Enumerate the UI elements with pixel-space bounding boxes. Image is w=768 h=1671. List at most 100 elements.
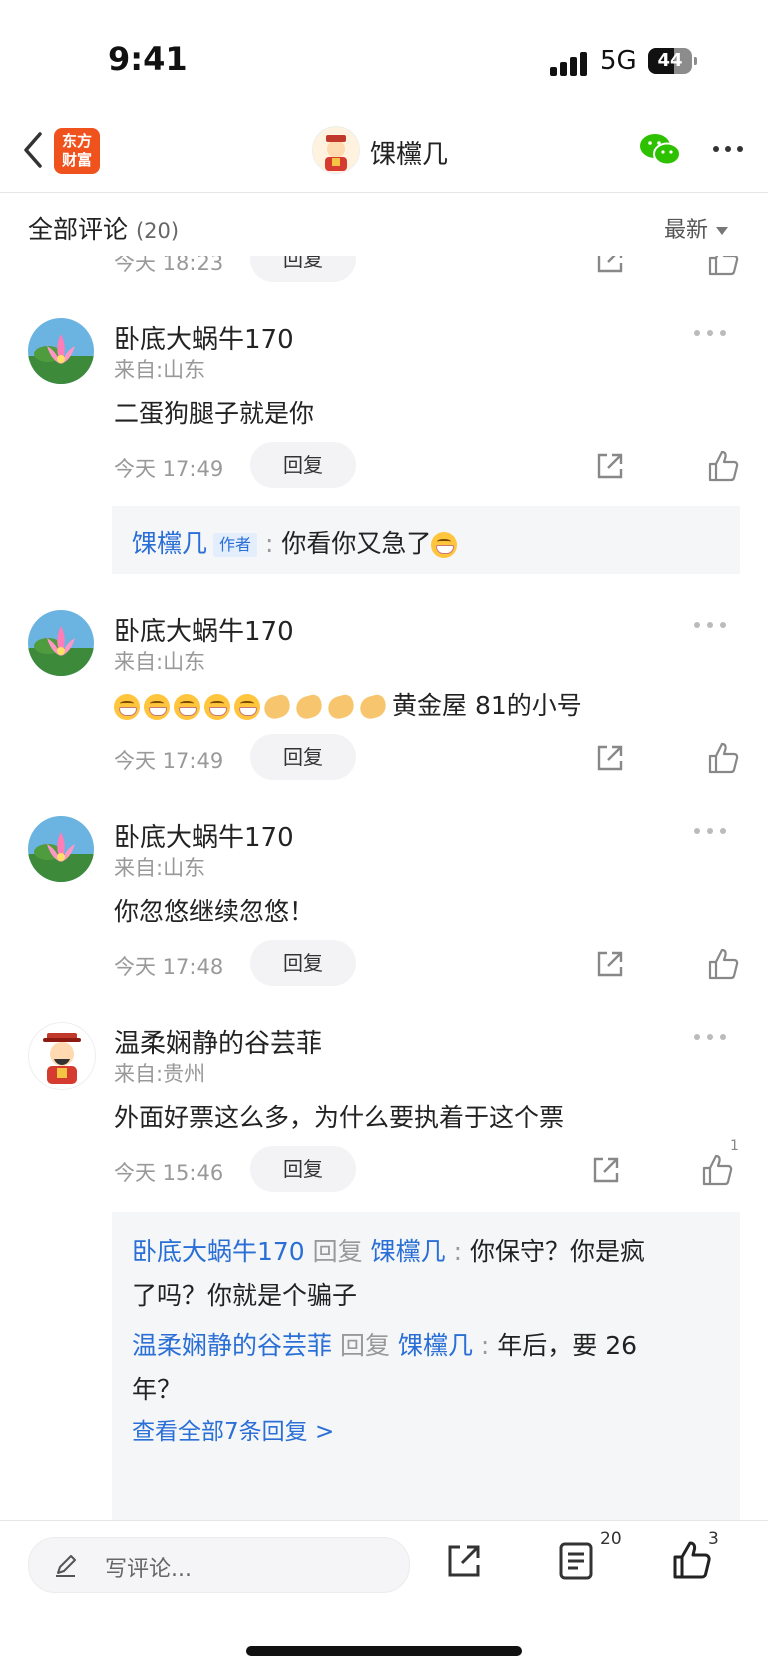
like-total: 3	[708, 1529, 719, 1549]
view-all-replies-link[interactable]: 查看全部7条回复 >	[132, 1412, 334, 1446]
username[interactable]: 卧底大蜗牛170	[114, 611, 294, 648]
thumbs-up-icon[interactable]	[700, 1153, 734, 1187]
comment-time: 今天 17:49	[114, 749, 224, 773]
thumbs-up-icon[interactable]	[706, 947, 740, 981]
user-location: 来自:山东	[114, 650, 206, 674]
comment-more-icon[interactable]	[694, 622, 728, 630]
nav-bar: 东方 财富 馃欓几	[0, 110, 768, 193]
grin-emoji-icon	[431, 532, 458, 558]
page-title: 馃欓几	[370, 140, 449, 170]
user-location: 来自:山东	[114, 856, 206, 880]
thumbs-up-icon[interactable]	[706, 256, 740, 277]
comment-input[interactable]: 写评论...	[28, 1537, 410, 1593]
battery-icon: 44	[648, 48, 697, 74]
reply-button[interactable]: 回复	[250, 940, 356, 986]
share-icon[interactable]	[590, 1154, 622, 1186]
reply-text-cont: 了吗？你就是个骗子	[132, 1281, 358, 1310]
lotus-avatar-icon	[28, 318, 94, 384]
comment-list[interactable]: 今天 18:23 回复 卧底大蜗牛170 来自:山东 二蛋狗腿子就是你 今天 1…	[0, 256, 768, 1520]
pencil-icon	[56, 1555, 76, 1577]
author-badge: 作者	[213, 533, 258, 557]
username[interactable]: 温柔娴静的谷芸菲	[114, 1023, 322, 1060]
back-arrow-icon[interactable]	[18, 130, 48, 170]
reply-text: 年后，要 26	[497, 1331, 638, 1360]
reply-verb: 回复	[312, 1237, 363, 1266]
wechat-share-icon[interactable]	[638, 130, 682, 170]
comment-text: 黄金屋 81的小号	[114, 686, 582, 722]
home-indicator	[246, 1646, 522, 1656]
user-avatar[interactable]	[28, 816, 94, 882]
share-icon[interactable]	[594, 450, 626, 482]
reply-from-user[interactable]: 卧底大蜗牛170	[132, 1237, 305, 1266]
user-location: 来自:山东	[114, 358, 206, 382]
share-icon[interactable]	[594, 742, 626, 774]
comment-more-icon[interactable]	[694, 330, 728, 338]
reply-button[interactable]: 回复	[250, 256, 356, 282]
caishen-avatar-icon	[43, 1033, 81, 1084]
user-avatar[interactable]	[28, 610, 94, 676]
user-location: 来自:贵州	[114, 1062, 206, 1086]
grin-emoji-icon	[114, 694, 140, 720]
reply-verb: 回复	[339, 1331, 390, 1360]
comment-count: (20)	[135, 219, 180, 243]
lotus-avatar-icon	[28, 816, 94, 882]
app-logo[interactable]: 东方 财富	[54, 128, 100, 174]
grin-emoji-icon	[204, 694, 230, 720]
reply-button[interactable]: 回复	[250, 1146, 356, 1192]
thumbs-up-icon[interactable]	[706, 449, 740, 483]
comment-list-icon[interactable]	[558, 1541, 594, 1581]
grin-emoji-icon	[174, 694, 200, 720]
comment-placeholder: 写评论...	[105, 1557, 192, 1582]
reply-to-user[interactable]: 馃欓几	[398, 1331, 473, 1360]
logo-line-1: 东方	[61, 132, 92, 150]
reply-button[interactable]: 回复	[250, 734, 356, 780]
like-count: 1	[730, 1138, 739, 1154]
all-comments-label: 全部评论 (20)	[28, 210, 179, 246]
reply-from-user[interactable]: 温柔娴静的谷芸菲	[132, 1331, 332, 1360]
username[interactable]: 卧底大蜗牛170	[114, 319, 294, 356]
reply-thread[interactable]: 馃欓几 作者 : 你看你又急了	[112, 506, 740, 574]
reply-text: 你看你又急了	[281, 529, 432, 558]
user-avatar[interactable]	[28, 1022, 96, 1090]
reply-separator: :	[480, 1331, 490, 1360]
username[interactable]: 卧底大蜗牛170	[114, 817, 294, 854]
reply-button[interactable]: 回复	[250, 442, 356, 488]
reply-line: 卧底大蜗牛170 回复 馃欓几 : 你保守？你是疯	[132, 1232, 645, 1268]
grin-emoji-icon	[144, 694, 170, 720]
thumbs-up-icon[interactable]	[670, 1539, 712, 1581]
logo-line-2: 财富	[61, 151, 92, 169]
status-time: 9:41	[108, 40, 188, 78]
more-options-icon[interactable]	[710, 134, 746, 164]
caishen-icon	[325, 135, 347, 171]
reply-line: 温柔娴静的谷芸菲 回复 馃欓几 : 年后，要 26	[132, 1326, 637, 1362]
comment-time: 今天 18:23	[114, 256, 224, 275]
share-icon[interactable]	[594, 256, 626, 276]
reply-separator: :	[264, 529, 274, 558]
user-avatar[interactable]	[28, 318, 94, 384]
comments-header: 全部评论 (20) 最新	[0, 192, 768, 256]
reply-thread[interactable]: 卧底大蜗牛170 回复 馃欓几 : 你保守？你是疯 了吗？你就是个骗子 温柔娴静…	[112, 1212, 740, 1520]
sort-dropdown[interactable]: 最新	[664, 212, 729, 244]
signal-icon	[550, 52, 590, 76]
grin-emoji-icon	[234, 694, 260, 720]
thumbs-up-icon[interactable]	[706, 741, 740, 775]
reply-text: 你保守？你是疯	[470, 1237, 646, 1266]
comment-time: 今天 15:46	[114, 1161, 224, 1185]
lotus-avatar-icon	[28, 610, 94, 676]
bottom-action-bar: 写评论... 20 3	[0, 1520, 768, 1671]
comment-time: 今天 17:48	[114, 955, 224, 979]
comment-text-content: 黄金屋 81的小号	[392, 691, 582, 720]
stock-avatar[interactable]	[312, 126, 360, 174]
share-icon[interactable]	[444, 1541, 484, 1581]
comment-more-icon[interactable]	[694, 1034, 728, 1042]
reply-author-name[interactable]: 馃欓几	[132, 529, 207, 558]
reply-to-user[interactable]: 馃欓几	[371, 1237, 446, 1266]
caret-down-icon	[716, 227, 729, 235]
comment-text: 二蛋狗腿子就是你	[114, 399, 315, 428]
comment-total: 20	[600, 1529, 622, 1549]
share-icon[interactable]	[594, 948, 626, 980]
status-bar: 9:41 5G 44	[0, 0, 768, 110]
comment-text: 外面好票这么多，为什么要执着于这个票	[114, 1103, 565, 1132]
comment-text: 你忽悠继续忽悠！	[114, 897, 315, 926]
comment-more-icon[interactable]	[694, 828, 728, 836]
